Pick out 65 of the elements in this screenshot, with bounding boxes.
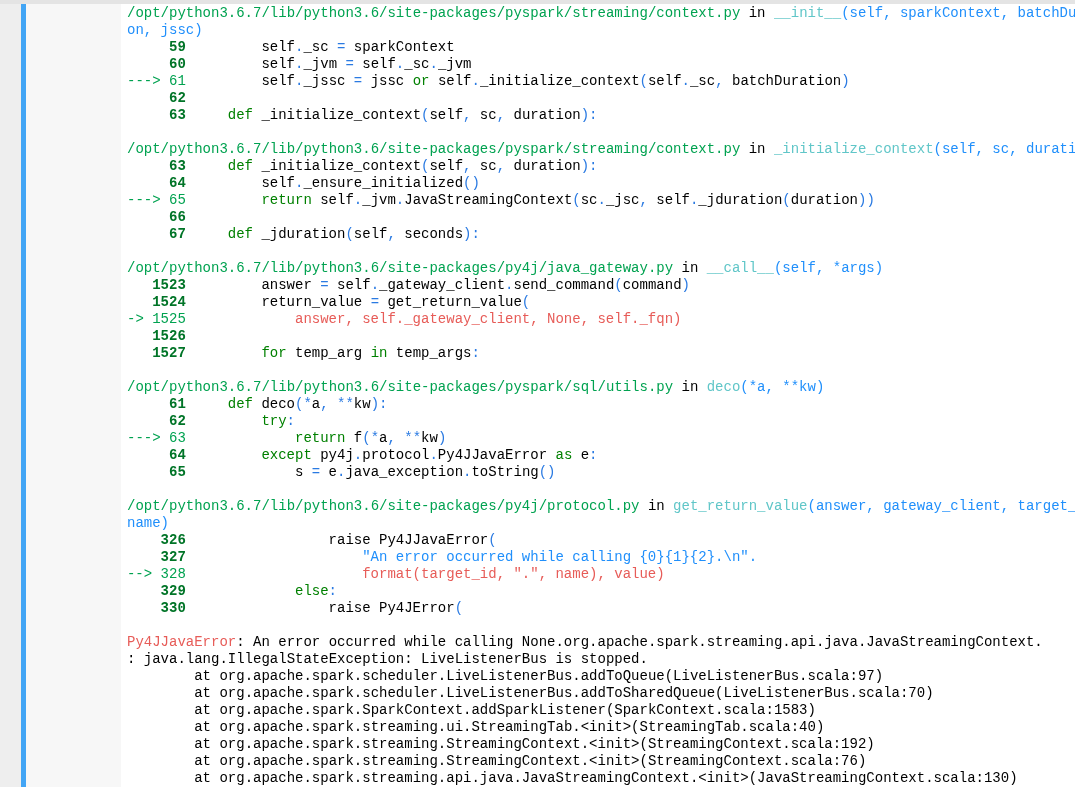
stack-trace-line: at org.apache.spark.streaming.api.java.JavaStreamingContext.<init>(JavaStreamingContext.scala:130) <box>193 770 1019 787</box>
stack-trace-line: : java.lang.IllegalStateException: LiveListenerBus is stopped. <box>127 651 649 668</box>
code-line: return self._jvm.JavaStreamingContext(sc._jsc, self._jduration(duration)) <box>260 192 875 209</box>
line-number: 64 <box>169 175 186 192</box>
code-line: self._ensure_initialized() <box>260 175 480 192</box>
line-number: 64 <box>169 447 186 464</box>
code-line: "An error occurred while calling {0}{1}{2}.\n". <box>361 549 758 566</box>
error-message: Py4JJavaError: An error occurred while calling None.org.apache.spark.streaming.api.java.JavaStreamingContext. <box>127 634 1044 651</box>
line-number: 66 <box>169 209 186 226</box>
line-number: 62 <box>169 90 186 107</box>
current-line-arrow: -> <box>127 311 144 328</box>
line-number: 65 <box>169 192 186 209</box>
line-number: 61 <box>169 396 186 413</box>
code-line: def _jduration(self, seconds): <box>226 226 480 243</box>
current-line-arrow: --> <box>126 566 153 583</box>
code-line: raise Py4JJavaError( <box>327 532 497 549</box>
line-number: 326 <box>160 532 186 549</box>
code-line: answer = self._gateway_client.send_command(command) <box>260 277 690 294</box>
line-number: 67 <box>169 226 186 243</box>
code-line: answer, self._gateway_client, None, self._fqn) <box>294 311 682 328</box>
line-number: 59 <box>169 39 186 56</box>
line-number: 63 <box>169 430 186 447</box>
code-line: self._sc = sparkContext <box>260 39 455 56</box>
line-number: 61 <box>169 73 186 90</box>
stack-trace-line: at org.apache.spark.scheduler.LiveListenerBus.addToSharedQueue(LiveListenerBus.scala:70) <box>193 685 935 702</box>
stack-trace-line: at org.apache.spark.SparkContext.addSparkListener(SparkContext.scala:1583) <box>193 702 817 719</box>
code-line: s = e.java_exception.toString() <box>294 464 556 481</box>
stack-trace-line: at org.apache.spark.streaming.ui.StreamingTab.<init>(StreamingTab.scala:40) <box>193 719 826 736</box>
current-line-arrow: ---> <box>127 73 161 90</box>
code-line: def _initialize_context(self, sc, duration): <box>226 158 598 175</box>
current-line-arrow: ---> <box>127 430 161 447</box>
code-line: def _initialize_context(self, sc, duration): <box>226 107 598 124</box>
line-number: 1524 <box>152 294 186 311</box>
code-line: def deco(*a, **kw): <box>226 396 388 413</box>
current-line-arrow: ---> <box>127 192 161 209</box>
line-number: 63 <box>169 158 186 175</box>
line-number: 63 <box>169 107 186 124</box>
frame-header: /opt/python3.6.7/lib/python3.6/site-packages/pyspark/sql/utils.py in deco(*a, **kw) <box>127 379 826 396</box>
stack-trace-line: at org.apache.spark.streaming.StreamingContext.<init>(StreamingContext.scala:76) <box>193 753 868 770</box>
line-number: 62 <box>169 413 186 430</box>
line-number: 1523 <box>152 277 186 294</box>
line-number: 1526 <box>152 328 186 345</box>
code-line: else: <box>294 583 337 600</box>
code-line: try: <box>260 413 295 430</box>
code-line: for temp_arg in temp_args: <box>260 345 480 362</box>
frame-header: /opt/python3.6.7/lib/python3.6/site-packages/py4j/java_gateway.py in __call__(self, *args) <box>127 260 885 277</box>
line-number: 329 <box>160 583 186 600</box>
line-number: 65 <box>169 464 186 481</box>
code-line: self._jvm = self._sc._jvm <box>260 56 472 73</box>
line-number: 327 <box>160 549 186 566</box>
line-number: 330 <box>160 600 186 617</box>
code-line: raise Py4JError( <box>327 600 464 617</box>
line-number: 1525 <box>152 311 186 328</box>
line-number: 1527 <box>152 345 186 362</box>
code-line: return f(*a, **kw) <box>294 430 447 447</box>
stack-trace-line: at org.apache.spark.streaming.StreamingContext.<init>(StreamingContext.scala:192) <box>193 736 876 753</box>
stack-trace-line: at org.apache.spark.scheduler.LiveListenerBus.addToQueue(LiveListenerBus.scala:97) <box>193 668 885 685</box>
line-number: 60 <box>169 56 186 73</box>
frame-header: /opt/python3.6.7/lib/python3.6/site-packages/pyspark/streaming/context.py in _initialize_context(self, sc, durati <box>127 141 1075 158</box>
code-line: return_value = get_return_value( <box>260 294 531 311</box>
frame-header: /opt/python3.6.7/lib/python3.6/site-packages/pyspark/streaming/context.py in __init__(self, sparkContext, batchDu on, jssc) <box>127 5 1075 39</box>
code-line: self._jssc = jssc or self._initialize_context(self._sc, batchDuration) <box>260 73 850 90</box>
line-number: 328 <box>160 566 186 583</box>
code-line: except py4j.protocol.Py4JJavaError as e: <box>260 447 598 464</box>
code-line: format(target_id, ".", name), value) <box>361 566 665 583</box>
